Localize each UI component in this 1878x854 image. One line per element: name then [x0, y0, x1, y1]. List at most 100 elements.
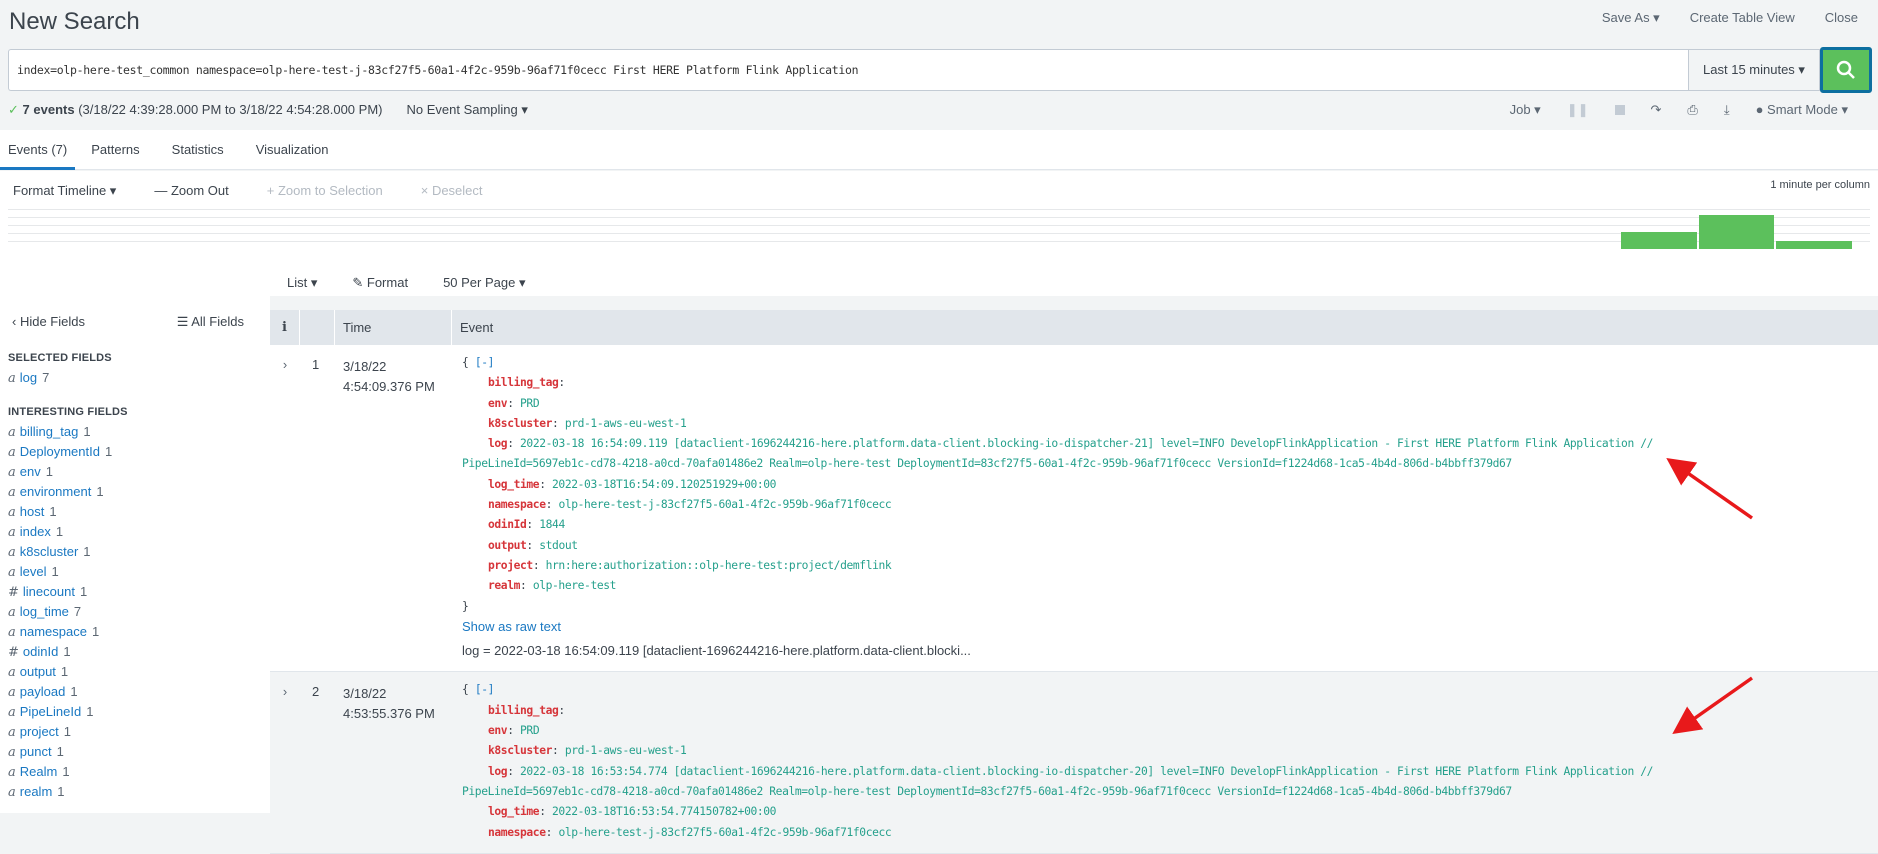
search-mode-dropdown[interactable]: ● Smart Mode ▾ [1756, 102, 1848, 118]
json-field: billing_tag: [488, 376, 565, 390]
field-key[interactable]: log_time [488, 805, 540, 818]
zoom-to-selection-button[interactable]: + Zoom to Selection [267, 183, 383, 199]
save-as-button[interactable]: Save As ▾ [1602, 10, 1660, 26]
field-key[interactable]: log [488, 765, 508, 778]
tab-events[interactable]: Events (7) [0, 130, 76, 170]
field-value[interactable]: hrn:here:authorization::olp-here-test:pr… [546, 559, 892, 572]
field-key[interactable]: k8scluster [488, 417, 552, 430]
field-item[interactable]: a DeploymentId 1 [0, 442, 270, 462]
field-count: 1 [56, 744, 64, 759]
timeline-panel: Format Timeline ▾ — Zoom Out + Zoom to S… [0, 171, 1878, 296]
field-value[interactable]: olp-here-test [533, 579, 617, 592]
timeline-bar[interactable] [1698, 215, 1775, 249]
field-value[interactable]: PipeLineId=5697eb1c-cd78-4218-a0cd-70afa… [462, 457, 1512, 470]
timeline-bar[interactable] [1621, 232, 1697, 249]
field-key[interactable]: log_time [488, 478, 540, 491]
field-item[interactable]: a Realm 1 [0, 762, 270, 782]
field-item[interactable]: a PipeLineId 1 [0, 702, 270, 722]
field-key[interactable]: k8scluster [488, 744, 552, 757]
expand-row-icon[interactable]: › [270, 345, 300, 671]
json-field: log_time: 2022-03-18T16:54:09.120251929+… [488, 477, 777, 491]
field-count: 1 [55, 524, 64, 539]
field-item[interactable]: a punct 1 [0, 742, 270, 762]
field-key[interactable]: env [488, 724, 508, 737]
all-fields-button[interactable]: ☰ All Fields [177, 314, 244, 330]
json-field: project: hrn:here:authorization::olp-her… [488, 558, 892, 572]
export-icon[interactable]: ⤓ [1724, 102, 1730, 118]
collapse-toggle[interactable]: [-] [475, 683, 495, 696]
collapse-toggle[interactable]: [-] [475, 356, 495, 369]
field-item[interactable]: a namespace 1 [0, 622, 270, 642]
field-value[interactable]: 2022-03-18 16:53:54.774 [dataclient-1696… [520, 765, 1653, 778]
field-key[interactable]: output [488, 539, 527, 552]
field-value[interactable]: 2022-03-18 16:54:09.119 [dataclient-1696… [520, 437, 1653, 450]
field-key[interactable]: env [488, 397, 508, 410]
format-button[interactable]: ✎ Format [352, 275, 408, 291]
field-item[interactable]: a log 7 [0, 368, 270, 388]
print-icon[interactable]: ⎙ [1687, 102, 1697, 118]
field-key[interactable]: billing_tag [488, 376, 559, 389]
hide-fields-button[interactable]: ‹ Hide Fields [12, 314, 85, 330]
field-item[interactable]: a project 1 [0, 722, 270, 742]
field-value[interactable]: PRD [520, 724, 540, 737]
field-value[interactable]: 2022-03-18T16:53:54.774150782+00:00 [552, 805, 776, 818]
field-key[interactable]: namespace [488, 498, 546, 511]
share-icon[interactable]: ↷ [1651, 102, 1662, 118]
field-item[interactable]: a index 1 [0, 522, 270, 542]
field-value[interactable]: prd-1-aws-eu-west-1 [565, 417, 687, 430]
search-button[interactable] [1820, 47, 1872, 93]
field-item[interactable]: a payload 1 [0, 682, 270, 702]
field-value[interactable]: 1844 [539, 518, 565, 531]
field-value[interactable]: PRD [520, 397, 540, 410]
field-item[interactable]: a billing_tag 1 [0, 422, 270, 442]
field-key[interactable]: odinId [488, 518, 527, 531]
field-value[interactable]: 2022-03-18T16:54:09.120251929+00:00 [552, 478, 776, 491]
field-item[interactable]: a env 1 [0, 462, 270, 482]
field-item[interactable]: a level 1 [0, 562, 270, 582]
list-view-dropdown[interactable]: List ▾ [287, 275, 317, 291]
field-key[interactable]: realm [488, 579, 520, 592]
field-key[interactable]: namespace [488, 826, 546, 839]
field-value[interactable]: olp-here-test-j-83cf27f5-60a1-4f2c-959b-… [558, 826, 891, 839]
field-value[interactable]: prd-1-aws-eu-west-1 [565, 744, 687, 757]
event-time-of-day: 4:54:09.376 PM [343, 379, 435, 394]
field-count: 1 [83, 424, 91, 439]
show-raw-text-link[interactable]: Show as raw text [462, 617, 1868, 637]
timeline-chart[interactable] [8, 209, 1870, 249]
format-timeline-button[interactable]: Format Timeline ▾ [13, 183, 116, 199]
zoom-out-button[interactable]: — Zoom Out [154, 183, 228, 199]
create-table-view-button[interactable]: Create Table View [1690, 10, 1795, 26]
per-page-dropdown[interactable]: 50 Per Page ▾ [443, 275, 525, 291]
tab-patterns[interactable]: Patterns [75, 130, 155, 170]
field-item[interactable]: a environment 1 [0, 482, 270, 502]
field-item[interactable]: # linecount 1 [0, 582, 270, 602]
field-key[interactable]: billing_tag [488, 704, 559, 717]
timeline-bar[interactable] [1776, 240, 1852, 249]
field-item[interactable]: a k8scluster 1 [0, 542, 270, 562]
stop-icon[interactable] [1614, 105, 1625, 115]
field-key[interactable]: log [488, 437, 508, 450]
pause-icon[interactable]: ❚❚ [1567, 102, 1589, 118]
tab-visualization[interactable]: Visualization [240, 130, 345, 170]
json-field: log: 2022-03-18 16:54:09.119 [dataclient… [488, 437, 1654, 451]
time-range-picker[interactable]: Last 15 minutes ▾ [1688, 49, 1820, 91]
time-column-header[interactable]: Time [335, 310, 452, 345]
field-item[interactable]: a realm 1 [0, 782, 270, 802]
tab-statistics[interactable]: Statistics [156, 130, 240, 170]
deselect-button[interactable]: × Deselect [421, 183, 483, 199]
field-type-icon: a [8, 485, 16, 500]
field-value[interactable]: olp-here-test-j-83cf27f5-60a1-4f2c-959b-… [558, 498, 891, 511]
field-item[interactable]: a output 1 [0, 662, 270, 682]
job-menu[interactable]: Job ▾ [1510, 102, 1541, 118]
field-value[interactable]: PipeLineId=5697eb1c-cd78-4218-a0cd-70afa… [462, 785, 1512, 798]
field-item[interactable]: # odinId 1 [0, 642, 270, 662]
field-item[interactable]: a host 1 [0, 502, 270, 522]
json-open: { [-] [462, 680, 1868, 700]
event-sampling-dropdown[interactable]: No Event Sampling ▾ [406, 102, 527, 118]
close-button[interactable]: Close [1825, 10, 1858, 26]
expand-row-icon[interactable]: › [270, 672, 300, 852]
search-input[interactable]: index=olp-here-test_common namespace=olp… [8, 49, 1688, 91]
field-key[interactable]: project [488, 559, 533, 572]
field-item[interactable]: a log_time 7 [0, 602, 270, 622]
field-value[interactable]: stdout [539, 539, 578, 552]
